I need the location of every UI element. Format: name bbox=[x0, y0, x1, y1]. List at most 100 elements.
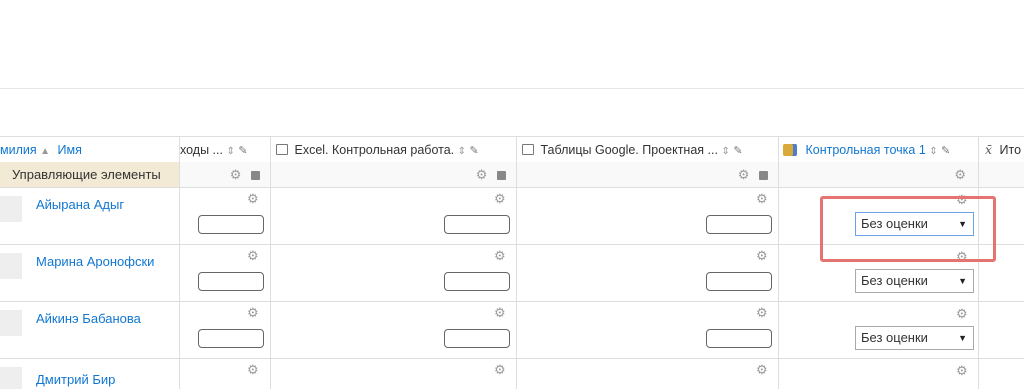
grade-select-cell: ⚙ bbox=[779, 359, 979, 389]
grade-select[interactable]: Без оценки ▼ bbox=[855, 269, 974, 293]
gear-icon[interactable]: ⚙ bbox=[494, 192, 506, 205]
controls-col4: ⚙ bbox=[779, 162, 979, 187]
total-cell bbox=[979, 302, 1024, 358]
gear-icon[interactable]: ⚙ bbox=[756, 192, 768, 205]
sort-icon[interactable]: ⇕ bbox=[721, 146, 729, 157]
assignment-icon bbox=[522, 144, 534, 156]
grade-cell: ⚙ bbox=[517, 245, 779, 301]
list-icon[interactable] bbox=[759, 171, 768, 181]
controls-col5 bbox=[979, 162, 1024, 187]
gear-icon[interactable]: ⚙ bbox=[756, 306, 768, 319]
gear-icon[interactable]: ⚙ bbox=[956, 307, 968, 320]
chevron-down-icon: ▼ bbox=[958, 276, 967, 286]
category-icon bbox=[783, 143, 797, 156]
gear-icon[interactable]: ⚙ bbox=[956, 250, 968, 263]
grade-select-cell: ⚙ Без оценки ▼ bbox=[779, 245, 979, 301]
controls-label-cell: Управляющие элементы bbox=[0, 162, 180, 187]
student-name-link[interactable]: Айырана Адыг bbox=[36, 197, 124, 212]
grade-cell: ⚙ bbox=[517, 188, 779, 244]
table-row: Айырана Адыг ⚙ ⚙ ⚙ ⚙ Без оценки ▼ bbox=[0, 188, 1024, 245]
avatar[interactable] bbox=[0, 253, 22, 279]
sort-lastname-link[interactable]: милия bbox=[0, 143, 37, 157]
grade-select-value: Без оценки bbox=[861, 330, 928, 345]
grade-cell: ⚙ bbox=[271, 245, 517, 301]
grade-input[interactable] bbox=[444, 215, 510, 234]
sort-firstname-link[interactable]: Имя bbox=[58, 143, 82, 157]
grade-input[interactable] bbox=[198, 272, 264, 291]
grade-select-cell: ⚙ Без оценки ▼ bbox=[779, 188, 979, 244]
total-cell bbox=[979, 245, 1024, 301]
grade-cell: ⚙ bbox=[180, 188, 271, 244]
sort-icon[interactable]: ⇕ bbox=[226, 146, 234, 157]
avatar[interactable] bbox=[0, 367, 22, 389]
header-col4: Контрольная точка 1 ⇕ ✎ bbox=[779, 137, 979, 163]
grade-cell: ⚙ bbox=[180, 359, 271, 389]
student-name-link[interactable]: Дмитрий Бир bbox=[36, 372, 115, 387]
header-row: милия ▲ Имя ходы ... ⇕ ✎ Excel. Контроль… bbox=[0, 136, 1024, 164]
grade-input[interactable] bbox=[198, 215, 264, 234]
grade-input[interactable] bbox=[444, 272, 510, 291]
gear-icon[interactable]: ⚙ bbox=[756, 249, 768, 262]
controls-col2: ⚙ bbox=[271, 162, 517, 187]
grade-cell: ⚙ bbox=[271, 188, 517, 244]
gear-icon[interactable]: ⚙ bbox=[756, 363, 768, 376]
grade-input[interactable] bbox=[706, 215, 772, 234]
column-title[interactable]: ходы ... bbox=[180, 143, 223, 157]
assignment-icon bbox=[276, 144, 288, 156]
gear-icon[interactable]: ⚙ bbox=[956, 364, 968, 377]
gear-icon[interactable]: ⚙ bbox=[494, 249, 506, 262]
table-row: Марина Аронофски ⚙ ⚙ ⚙ ⚙ Без оценки ▼ bbox=[0, 245, 1024, 302]
pencil-icon[interactable]: ✎ bbox=[941, 145, 950, 157]
formula-icon: x̄ bbox=[985, 142, 993, 157]
gear-icon[interactable]: ⚙ bbox=[247, 192, 259, 205]
pencil-icon[interactable]: ✎ bbox=[238, 145, 247, 157]
column-title[interactable]: Таблицы Google. Проектная ... bbox=[540, 143, 717, 157]
gear-icon[interactable]: ⚙ bbox=[476, 167, 488, 182]
gear-icon[interactable]: ⚙ bbox=[230, 167, 242, 182]
controls-row: Управляющие элементы ⚙ ⚙ ⚙ ⚙ bbox=[0, 162, 1024, 188]
total-cell bbox=[979, 359, 1024, 389]
avatar[interactable] bbox=[0, 196, 22, 222]
gear-icon[interactable]: ⚙ bbox=[247, 249, 259, 262]
chevron-down-icon: ▼ bbox=[958, 219, 967, 229]
grade-cell: ⚙ bbox=[517, 302, 779, 358]
avatar[interactable] bbox=[0, 310, 22, 336]
gear-icon[interactable]: ⚙ bbox=[956, 193, 968, 206]
gear-icon[interactable]: ⚙ bbox=[494, 306, 506, 319]
controls-col1: ⚙ bbox=[180, 162, 271, 187]
controls-col3: ⚙ bbox=[517, 162, 779, 187]
pencil-icon[interactable]: ✎ bbox=[733, 145, 742, 157]
column-title[interactable]: Ито bbox=[1000, 143, 1022, 157]
grade-select-value: Без оценки bbox=[861, 273, 928, 288]
list-icon[interactable] bbox=[251, 171, 260, 181]
header-name-cell: милия ▲ Имя bbox=[0, 137, 180, 163]
grade-select[interactable]: Без оценки ▼ bbox=[855, 326, 974, 350]
student-name-link[interactable]: Марина Аронофски bbox=[36, 254, 154, 269]
gear-icon[interactable]: ⚙ bbox=[494, 363, 506, 376]
grade-select[interactable]: Без оценки ▼ bbox=[855, 212, 974, 236]
student-name-link[interactable]: Айкинэ Бабанова bbox=[36, 311, 141, 326]
gear-icon[interactable]: ⚙ bbox=[247, 306, 259, 319]
grade-input[interactable] bbox=[706, 329, 772, 348]
grade-select-cell: ⚙ Без оценки ▼ bbox=[779, 302, 979, 358]
sort-icon[interactable]: ⇕ bbox=[929, 146, 937, 157]
sort-icon[interactable]: ⇕ bbox=[458, 146, 466, 157]
sort-asc-icon[interactable]: ▲ bbox=[40, 146, 50, 157]
grade-input[interactable] bbox=[198, 329, 264, 348]
grade-cell: ⚙ bbox=[180, 302, 271, 358]
controls-label: Управляющие элементы bbox=[12, 167, 161, 182]
grade-input[interactable] bbox=[706, 272, 772, 291]
grade-input[interactable] bbox=[444, 329, 510, 348]
student-cell: Марина Аронофски bbox=[0, 245, 180, 301]
grade-select-value: Без оценки bbox=[861, 216, 928, 231]
header-col5: x̄ Ито bbox=[979, 137, 1024, 163]
grade-cell: ⚙ bbox=[271, 302, 517, 358]
gear-icon[interactable]: ⚙ bbox=[738, 167, 750, 182]
gear-icon[interactable]: ⚙ bbox=[247, 363, 259, 376]
header-col2: Excel. Контрольная работа. ⇕ ✎ bbox=[271, 137, 517, 163]
column-title[interactable]: Excel. Контрольная работа. bbox=[294, 143, 454, 157]
column-title-link[interactable]: Контрольная точка 1 bbox=[805, 143, 925, 157]
pencil-icon[interactable]: ✎ bbox=[470, 145, 479, 157]
gear-icon[interactable]: ⚙ bbox=[954, 167, 966, 182]
list-icon[interactable] bbox=[497, 171, 506, 181]
